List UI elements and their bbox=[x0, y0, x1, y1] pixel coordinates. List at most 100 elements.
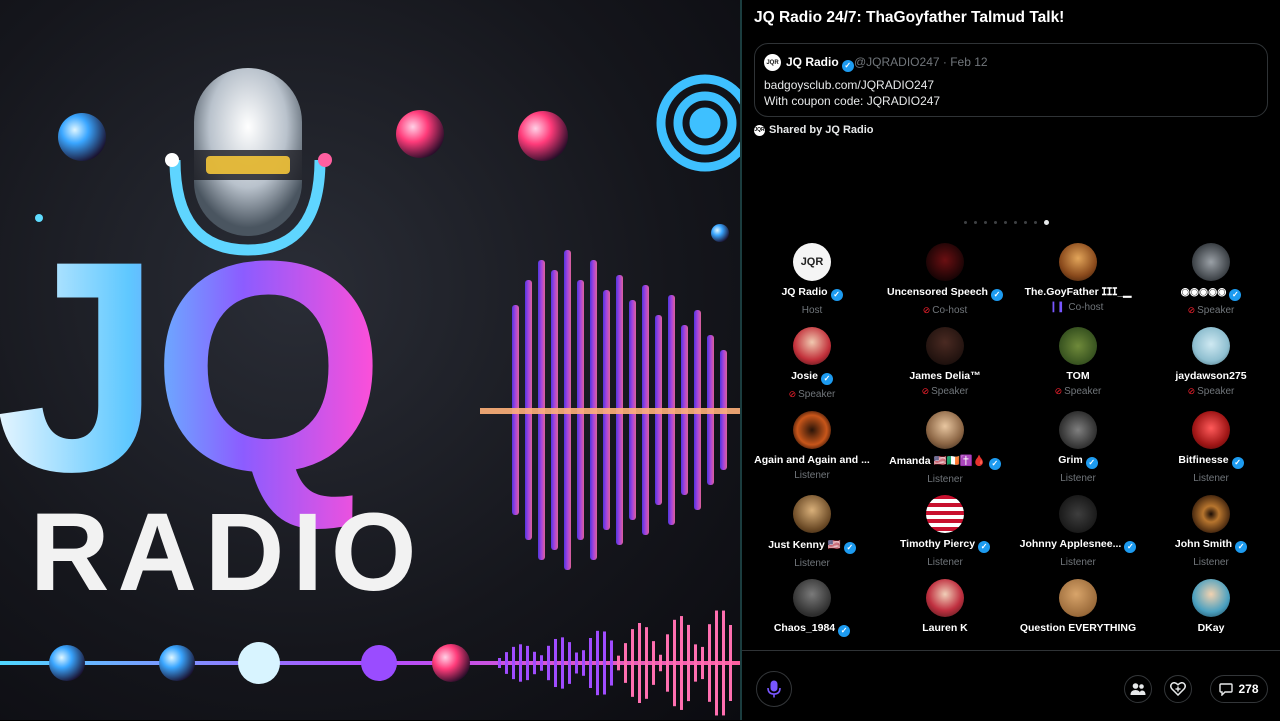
participant-role-text: Listener bbox=[927, 557, 963, 568]
verified-badge-icon: ✓ bbox=[1231, 457, 1244, 469]
participant[interactable]: Again and Again and ... Listener bbox=[746, 411, 878, 481]
people-button[interactable] bbox=[1124, 675, 1152, 703]
participant[interactable]: JQR JQ Radio ✓ Host bbox=[746, 243, 878, 316]
participant-name-text: Josie bbox=[791, 370, 818, 382]
muted-mic-icon: ⊘ bbox=[921, 386, 930, 396]
participant-avatar[interactable] bbox=[1192, 327, 1230, 365]
participant-role-text: Co-host bbox=[1068, 302, 1104, 313]
waveform-bar bbox=[729, 625, 732, 701]
participant[interactable]: Chaos_1984 ✓ bbox=[746, 579, 878, 637]
participant-role: ⊘ Co-host bbox=[879, 305, 1011, 316]
participant-name: DKay bbox=[1145, 622, 1277, 634]
participant[interactable]: The.GoyFather ⵊⵊⵊ_▁ ▎▍ Co-host bbox=[1012, 243, 1144, 313]
participant-avatar[interactable] bbox=[793, 327, 831, 365]
participant-avatar[interactable] bbox=[926, 243, 964, 281]
waveform-bar bbox=[715, 610, 718, 716]
shared-by[interactable]: JQR Shared by JQ Radio bbox=[754, 124, 874, 136]
waveform-bar bbox=[505, 652, 508, 674]
waveform-bar bbox=[554, 638, 557, 688]
participant-role-text: Co-host bbox=[932, 305, 968, 316]
participant-avatar[interactable] bbox=[926, 579, 964, 617]
participant-avatar[interactable] bbox=[793, 579, 831, 617]
participant-role-text: Speaker bbox=[1064, 386, 1102, 397]
participant-role-text: Listener bbox=[1060, 557, 1096, 568]
participant-name: John Smith ✓ bbox=[1145, 538, 1277, 553]
tweet-avatar[interactable]: JQR bbox=[764, 54, 781, 71]
participant-name-text: Again and Again and ... bbox=[754, 454, 870, 466]
pager-dot[interactable] bbox=[1014, 221, 1017, 224]
participant-name: Chaos_1984 ✓ bbox=[746, 622, 878, 637]
participant[interactable]: Uncensored Speech ✓ ⊘ Co-host bbox=[879, 243, 1011, 316]
waveform-bar bbox=[568, 642, 571, 684]
participant-avatar[interactable]: JQR bbox=[793, 243, 831, 281]
participant[interactable]: James Delia™ ⊘ Speaker bbox=[879, 327, 1011, 397]
verified-badge-icon: ✓ bbox=[1124, 541, 1137, 553]
pager-dot[interactable] bbox=[1024, 221, 1027, 224]
pager-dot[interactable] bbox=[974, 221, 977, 224]
participant-avatar[interactable] bbox=[926, 495, 964, 533]
participant-name-text: Question EVERYTHING bbox=[1019, 622, 1137, 634]
participant-avatar[interactable] bbox=[1059, 243, 1097, 281]
carousel-pager[interactable] bbox=[964, 220, 1049, 225]
tweet-link[interactable]: badgoysclub.com/JQRADIO247 bbox=[764, 78, 934, 92]
verified-badge-icon: ✓ bbox=[988, 458, 1001, 470]
participant[interactable]: Bitfinesse ✓ Listener bbox=[1145, 411, 1277, 484]
participant[interactable]: TOM ⊘ Speaker bbox=[1012, 327, 1144, 397]
pager-dot[interactable] bbox=[984, 221, 987, 224]
participant[interactable]: Just Kenny 🇺🇸 ✓ Listener bbox=[746, 495, 878, 569]
participant[interactable]: jaydawson275 ⊘ Speaker bbox=[1145, 327, 1277, 397]
tweet-author[interactable]: JQ Radio ✓ bbox=[786, 55, 854, 72]
participant[interactable]: Josie ✓ ⊘ Speaker bbox=[746, 327, 878, 400]
tweet-author-name[interactable]: JQ Radio bbox=[786, 55, 839, 69]
participant-role: ⊘ Speaker bbox=[1012, 386, 1144, 397]
participant-role: Listener bbox=[1012, 473, 1144, 484]
participant-name-text: jaydawson275 bbox=[1175, 370, 1247, 382]
participant[interactable]: Timothy Piercy ✓ Listener bbox=[879, 495, 1011, 568]
participant-avatar[interactable] bbox=[1059, 579, 1097, 617]
participant-avatar[interactable] bbox=[1192, 579, 1230, 617]
muted-mic-icon: ⊘ bbox=[1054, 386, 1063, 396]
participant[interactable]: John Smith ✓ Listener bbox=[1145, 495, 1277, 568]
participant-role-text: Listener bbox=[794, 558, 830, 569]
waveform-bar bbox=[610, 640, 613, 686]
participant-name-text: James Delia™ bbox=[909, 370, 981, 382]
pinned-tweet-card[interactable]: JQR JQ Radio ✓ @JQRADIO247 · Feb 12 badgo… bbox=[754, 43, 1268, 117]
pager-dot[interactable] bbox=[964, 221, 967, 224]
participant-name: jaydawson275 bbox=[1145, 370, 1277, 382]
participant[interactable]: Amanda 🇺🇸🇮🇪✝️🩸 ✓ Listener bbox=[879, 411, 1011, 485]
shared-by-label: Shared by JQ Radio bbox=[769, 124, 874, 136]
participant-avatar[interactable] bbox=[1192, 243, 1230, 281]
participant-avatar[interactable] bbox=[793, 495, 831, 533]
participant-avatar[interactable] bbox=[1059, 327, 1097, 365]
muted-mic-icon: ⊘ bbox=[922, 305, 931, 315]
participant[interactable]: Question EVERYTHING bbox=[1012, 579, 1144, 634]
participant-avatar[interactable] bbox=[1192, 495, 1230, 533]
participant[interactable]: Lauren K bbox=[879, 579, 1011, 634]
verified-badge-icon: ✓ bbox=[843, 542, 856, 554]
participant-avatar[interactable] bbox=[1192, 411, 1230, 449]
participant[interactable]: Grim ✓ Listener bbox=[1012, 411, 1144, 484]
participant[interactable]: Johnny Applesnee... ✓ Listener bbox=[1012, 495, 1144, 568]
comments-button[interactable]: 278 bbox=[1210, 675, 1268, 703]
participant-role: Listener bbox=[746, 558, 878, 569]
participant-name: Johnny Applesnee... ✓ bbox=[1012, 538, 1144, 553]
spiral bbox=[656, 74, 740, 172]
space-artwork: JQ RADIO bbox=[0, 0, 740, 720]
pager-dot[interactable] bbox=[1034, 221, 1037, 224]
pager-dot[interactable] bbox=[1044, 220, 1049, 225]
pager-dot[interactable] bbox=[994, 221, 997, 224]
participant-avatar[interactable] bbox=[926, 411, 964, 449]
heart-plus-button[interactable] bbox=[1164, 675, 1192, 703]
participant-avatar[interactable] bbox=[926, 327, 964, 365]
participant[interactable]: ◉◉◉◉◉ ✓ ⊘ Speaker bbox=[1145, 243, 1277, 316]
participant-avatar[interactable] bbox=[1059, 495, 1097, 533]
participant-avatar[interactable] bbox=[1059, 411, 1097, 449]
participant-name: Bitfinesse ✓ bbox=[1145, 454, 1277, 469]
mic-button[interactable] bbox=[756, 671, 792, 707]
participant-role: Listener bbox=[1145, 557, 1277, 568]
waveform-bar bbox=[603, 631, 606, 695]
orb bbox=[432, 644, 470, 682]
participant[interactable]: DKay bbox=[1145, 579, 1277, 634]
participant-avatar[interactable] bbox=[793, 411, 831, 449]
pager-dot[interactable] bbox=[1004, 221, 1007, 224]
